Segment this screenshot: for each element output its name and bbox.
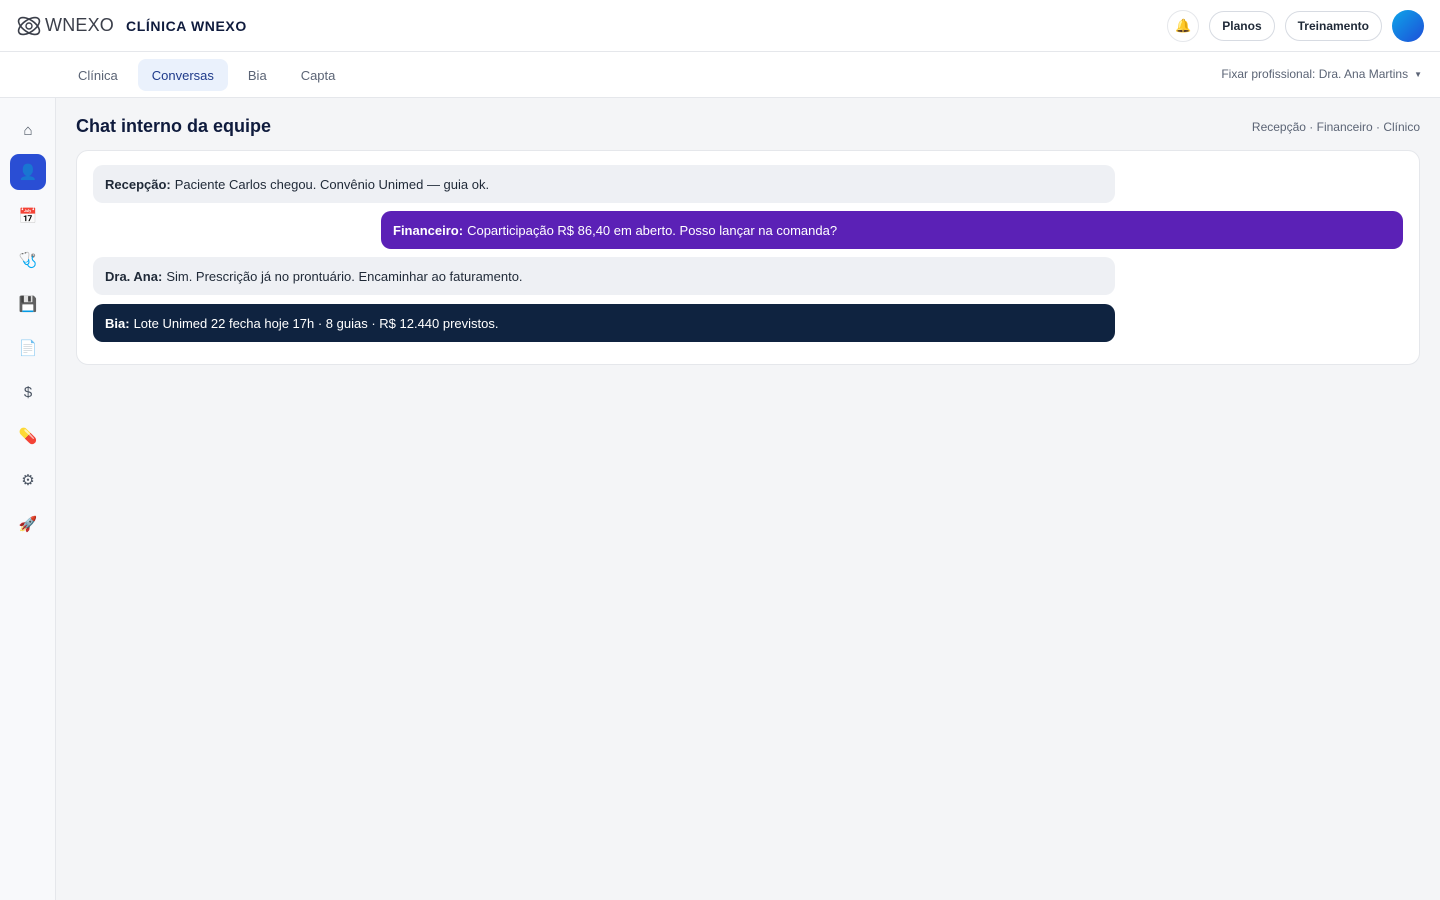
notifications-button[interactable]: 🔔 (1167, 10, 1200, 42)
tab-bia[interactable]: Bia (234, 59, 281, 91)
tab-conversas[interactable]: Conversas (137, 59, 228, 91)
avatar[interactable] (1392, 10, 1424, 42)
message-text: Sim. Prescrição já no prontuário. Encami… (166, 268, 523, 284)
sidebar-item-clinical[interactable]: 🩺 (10, 242, 46, 278)
rocket-icon: 🚀 (18, 516, 38, 533)
document-icon: 📄 (18, 340, 38, 357)
sidebar-item-documents[interactable]: 📄 (10, 330, 46, 366)
chat-message: Bia: Lote Unimed 22 fecha hoje 17h · 8 g… (93, 304, 1115, 342)
logo-mark-icon (17, 16, 41, 35)
message-author: Bia: (105, 315, 130, 331)
message-author: Recepção: (105, 176, 171, 192)
sidebar-item-patients[interactable]: 👤 (10, 154, 46, 190)
sidebar-item-home[interactable]: ⌂ (10, 112, 46, 148)
sidebar-item-finance[interactable]: $ (10, 374, 46, 410)
plans-button[interactable]: Planos (1209, 11, 1275, 41)
caret-down-icon: ▼ (1414, 69, 1422, 79)
message-text: Coparticipação R$ 86,40 em aberto. Posso… (467, 222, 838, 238)
main-tabs: Clínica Conversas Bia Capta (64, 59, 349, 91)
stethoscope-icon: 🩺 (18, 252, 38, 269)
calendar-icon: 📅 (18, 208, 38, 225)
training-button[interactable]: Treinamento (1284, 11, 1382, 41)
message-text: Lote Unimed 22 fecha hoje 17h · 8 guias … (133, 315, 499, 331)
home-icon: ⌂ (23, 121, 33, 139)
sidebar: ⌂ 👤 📅 🩺 💾 📄 $ 💊 ⚙ 🚀 (0, 98, 56, 900)
message-author: Financeiro: (393, 222, 464, 238)
sidebar-item-pharmacy[interactable]: 💊 (10, 418, 46, 454)
sidebar-item-calendar[interactable]: 📅 (10, 198, 46, 234)
message-author: Dra. Ana: (105, 268, 163, 284)
top-header: WNEXO CLÍNICA WNEXO 🔔 Planos Treinamento (0, 0, 1440, 52)
channel-filters: Recepção · Financeiro · Clínico (1251, 120, 1420, 134)
sidebar-item-records[interactable]: 💾 (10, 286, 46, 322)
chat-message: Financeiro: Coparticipação R$ 86,40 em a… (381, 211, 1403, 249)
gear-icon: ⚙ (21, 472, 35, 489)
clinic-name: CLÍNICA WNEXO (126, 17, 247, 34)
sidebar-item-settings[interactable]: ⚙ (10, 462, 46, 498)
chat-message: Dra. Ana: Sim. Prescrição já no prontuár… (93, 257, 1115, 295)
bell-icon: 🔔 (1175, 18, 1192, 33)
logo-text: WNEXO (45, 15, 115, 35)
chat-panel: Recepção: Paciente Carlos chegou. Convên… (76, 150, 1420, 365)
header-actions: 🔔 Planos Treinamento (1167, 10, 1424, 42)
chat-message: Recepção: Paciente Carlos chegou. Convên… (93, 165, 1115, 203)
fixed-professional-label: Fixar profissional: Dra. Ana Martins (1221, 67, 1409, 81)
tabs-bar: Clínica Conversas Bia Capta Fixar profis… (0, 52, 1440, 98)
tab-capta[interactable]: Capta (287, 59, 350, 91)
save-icon: 💾 (18, 296, 38, 313)
pill-icon: 💊 (18, 428, 38, 445)
fixed-professional-select[interactable]: Fixar profissional: Dra. Ana Martins ▼ (1221, 67, 1422, 81)
page-title: Chat interno da equipe (76, 116, 272, 136)
message-text: Paciente Carlos chegou. Convênio Unimed … (174, 176, 490, 192)
dollar-icon: $ (23, 383, 33, 401)
tab-clinica[interactable]: Clínica (64, 59, 132, 91)
logo[interactable]: WNEXO (14, 12, 114, 40)
user-icon: 👤 (18, 164, 38, 181)
sidebar-item-launch[interactable]: 🚀 (10, 506, 46, 542)
